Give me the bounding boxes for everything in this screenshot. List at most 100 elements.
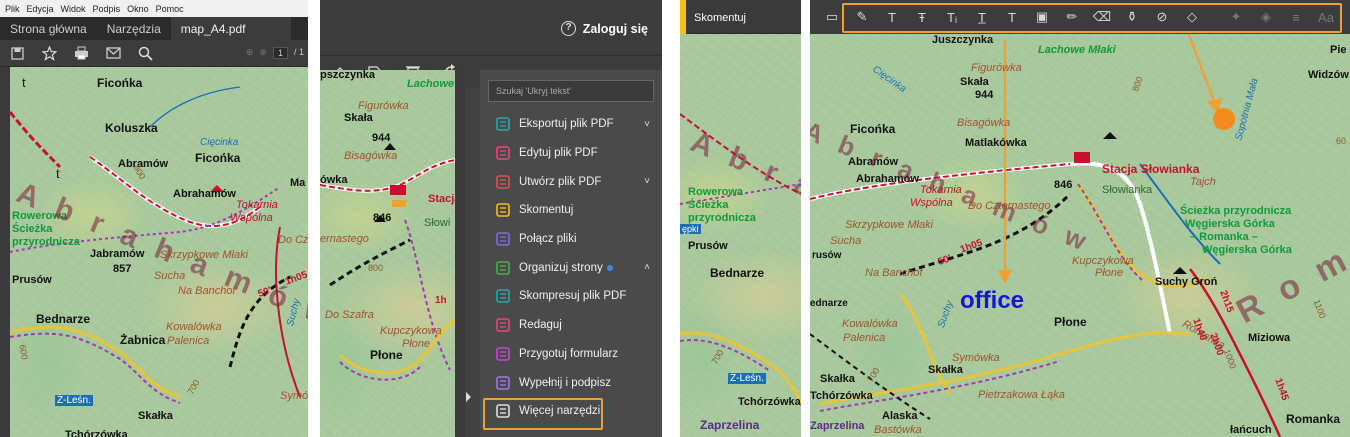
map-label: Tokarnia: [236, 199, 278, 211]
chevron-icon[interactable]: ˅: [644, 176, 650, 187]
create-pdf-icon: [495, 174, 511, 190]
chevron-icon[interactable]: ˅: [644, 119, 650, 130]
map-label: rusów: [812, 250, 842, 261]
tool-item-redact[interactable]: Redaguj: [480, 311, 662, 340]
page-up-icon[interactable]: ⊕: [246, 47, 254, 59]
map-label: łańcuch: [1230, 424, 1272, 436]
map-label: Romanka: [1286, 412, 1341, 426]
map-label: Symówka: [952, 352, 1000, 364]
orange-dot-marker: [1213, 108, 1235, 130]
page-down-icon[interactable]: ⊕: [259, 47, 267, 59]
map-label: 600: [17, 343, 30, 361]
help-icon[interactable]: ?: [561, 21, 576, 36]
chevron-icon[interactable]: ˄: [644, 262, 650, 273]
map-label: 800: [368, 263, 384, 273]
document-scrollbar[interactable]: [455, 70, 465, 437]
map-label: ówka: [320, 174, 348, 186]
map-document-view[interactable]: A b r a h a m Rowerowa Ścieżka przyrodni…: [680, 34, 801, 437]
map-label: Tchórzówka: [810, 390, 873, 402]
map-label: Do Szafra: [325, 309, 374, 321]
star-icon[interactable]: [40, 44, 58, 62]
map-label: Słowianka: [1102, 184, 1153, 196]
map-label: Lachowe Młaki: [1038, 44, 1116, 56]
map-label: Cięcinka: [870, 63, 909, 96]
sign-in-button[interactable]: Zaloguj się: [583, 22, 648, 36]
acrobat-tools-pane: ? Zaloguj się pszczynka Lachowe Figurówk…: [320, 0, 662, 437]
map-label: Ścieżka przyrodnicza: [1180, 205, 1292, 217]
menu-sign[interactable]: Podpis: [93, 4, 121, 14]
tool-item-combine-files[interactable]: Połącz pliki: [480, 225, 662, 254]
tool-item-comment[interactable]: Skomentuj: [480, 196, 662, 225]
zoom-search-icon[interactable]: [136, 44, 154, 62]
menu-window[interactable]: Okno: [127, 4, 149, 14]
map-label: Stacja Słowianka: [1102, 162, 1200, 176]
map-label: Kupczykowa: [1072, 255, 1134, 267]
map-label: Ma: [290, 177, 306, 189]
map-document-view[interactable]: Juszczynka Lachowe Młaki Figurówka Skała…: [810, 34, 1350, 437]
map-label: 1000: [1221, 347, 1239, 371]
map-label: Sucha: [830, 235, 862, 247]
map-label: 1100: [1311, 298, 1328, 320]
map-label: przyrodnicza: [12, 236, 80, 248]
menu-help[interactable]: Pomoc: [156, 4, 184, 14]
map-label: Skała: [344, 112, 373, 124]
tool-label: Eksportuj plik PDF: [519, 118, 614, 131]
map-label: 700: [865, 365, 882, 385]
map-label: 1h05: [958, 237, 984, 256]
map-label: Do Cz: [278, 234, 308, 246]
export-pdf-icon: [495, 116, 511, 132]
tool-item-export-pdf[interactable]: Eksportuj plik PDF ˅: [480, 110, 662, 139]
map-label: Zaprzelina: [810, 420, 865, 432]
page-number-input[interactable]: 1: [272, 47, 288, 59]
office-annotation[interactable]: office: [960, 287, 1024, 315]
map-label: Prusów: [688, 240, 728, 252]
map-label: 50': [936, 253, 953, 268]
mail-icon[interactable]: [104, 44, 122, 62]
tools-list: Eksportuj plik PDF ˅ Edytuj plik PDF Utwórz…: [480, 110, 662, 426]
tool-item-organize-pages[interactable]: Organizuj strony ˄: [480, 253, 662, 282]
map-label: Skrzypkowe Młaki: [845, 219, 934, 231]
tools-search-input[interactable]: Szukaj 'Ukryj tekst': [488, 80, 654, 102]
print-icon[interactable]: [72, 44, 90, 62]
map-document-view[interactable]: t t Ficońka Koluszka Cięcinka Ficońka Ab…: [0, 67, 308, 437]
map-label: Ż-Leśn.: [55, 395, 93, 406]
comment-icon[interactable]: ▭: [822, 7, 842, 27]
map-label: Na Banchof: [178, 285, 236, 297]
map-label: Pie: [1330, 44, 1347, 56]
map-label: Skała: [960, 76, 989, 88]
tool-item-compress-pdf[interactable]: Skompresuj plik PDF: [480, 282, 662, 311]
map-label: Lachowe: [407, 78, 455, 90]
tool-item-create-pdf[interactable]: Utwórz plik PDF ˅: [480, 167, 662, 196]
map-label: 944: [372, 132, 391, 144]
map-label: Węgierska Górka: [1202, 244, 1292, 256]
collapse-pane-arrow[interactable]: [466, 392, 471, 402]
comment-header: Skomentuj: [680, 0, 801, 34]
map-label: 700: [185, 377, 202, 397]
tool-item-prepare-form[interactable]: Przygotuj formularz: [480, 340, 662, 369]
map-label: 846: [373, 212, 392, 224]
menu-view[interactable]: Widok: [61, 4, 86, 14]
tool-item-fill-sign[interactable]: Wypełnij i podpisz: [480, 368, 662, 397]
menu-edit[interactable]: Edycja: [27, 4, 54, 14]
tab-home[interactable]: Strona główna: [0, 17, 97, 40]
map-label: ępki: [680, 224, 701, 234]
tab-document[interactable]: map_A4.pdf: [170, 17, 291, 40]
map-label: Żabnica: [120, 333, 166, 347]
map-label: Tchórzówka: [65, 429, 128, 437]
map-document-view[interactable]: pszczynka Lachowe Figurówka Skała 944 Bi…: [320, 70, 455, 437]
map-label: Koluszka: [105, 121, 158, 135]
map-label: 1h45: [1272, 376, 1291, 403]
map-label: Kupczykowa: [380, 325, 442, 337]
map-label: pszczynka: [320, 70, 376, 81]
acrobat-comment-view: Skomentuj A b r a h a m Rowerowa Ścieżka…: [680, 0, 801, 437]
top-bar: ? Zaloguj się: [320, 0, 662, 56]
left-rail: [0, 67, 10, 437]
menu-file[interactable]: Plik: [5, 4, 20, 14]
tool-label: Przygotuj formularz: [519, 347, 619, 360]
map-label: 944: [975, 89, 994, 101]
save-icon[interactable]: [8, 44, 26, 62]
tab-tools[interactable]: Narzędzia: [97, 17, 171, 40]
tool-item-edit-pdf[interactable]: Edytuj plik PDF: [480, 139, 662, 168]
map-label: Zaprzelina: [700, 418, 760, 432]
map-label: Ficońka: [97, 76, 143, 90]
